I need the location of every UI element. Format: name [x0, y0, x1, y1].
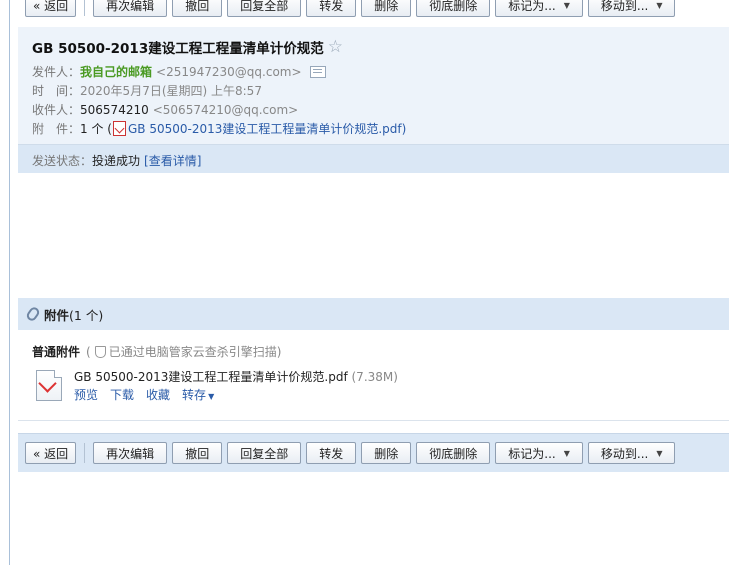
recipient-row: 收件人： 506574210 <506574210@qq.com> [32, 101, 298, 118]
send-status-row: 发送状态： 投递成功 [查看详情] [32, 152, 201, 169]
attachment-close-paren: ) [401, 121, 407, 136]
reedit-button[interactable]: 再次编辑 [93, 442, 168, 464]
mark-as-label: 标记为... [508, 446, 556, 461]
scan-open-paren: ( [86, 344, 91, 359]
star-icon[interactable]: ☆ [328, 37, 343, 57]
pdf-file-icon[interactable] [36, 370, 62, 401]
delete-label: 删除 [374, 446, 399, 461]
bottom-toolbar: « 返回 再次编辑 撤回 回复全部 转发 删除 彻底删除 标记为... ▼ 移动到… [18, 433, 729, 472]
sender-address: <251947230@qq.com> [156, 64, 302, 79]
mark-as-label: 标记为... [508, 0, 556, 13]
move-to-label: 移动到... [600, 446, 649, 461]
chevron-down-icon: ▼ [656, 448, 663, 458]
subject-text: GB 50500-2013建设工程工程量清单计价规范 [32, 41, 324, 57]
attachment-label: 附 件： [32, 122, 81, 136]
save-to-dropdown[interactable]: 转存 ▼ [182, 386, 214, 403]
delete-permanently-button[interactable]: 彻底删除 [416, 0, 491, 17]
chevron-down-icon: ▼ [208, 392, 215, 401]
delete-button[interactable]: 删除 [361, 0, 412, 17]
back-button[interactable]: « 返回 [25, 442, 77, 464]
recall-button[interactable]: 撤回 [172, 442, 223, 464]
reedit-label: 再次编辑 [106, 0, 155, 13]
sender-label: 发件人： [32, 65, 81, 79]
back-button[interactable]: « 返回 [25, 0, 77, 17]
back-label: « 返回 [33, 0, 69, 13]
forward-label: 转发 [319, 0, 344, 13]
attachments-header: 附件(1 个) [18, 298, 729, 330]
top-toolbar: « 返回 再次编辑 撤回 回复全部 转发 删除 彻底删除 标记为... ▼ 移动到… [18, 0, 729, 19]
toolbar-separator [84, 0, 86, 16]
reply-all-button[interactable]: 回复全部 [227, 442, 302, 464]
chevron-down-icon: ▼ [563, 448, 570, 458]
delete-permanently-button[interactable]: 彻底删除 [416, 442, 491, 464]
mail-reader: « 返回 再次编辑 撤回 回复全部 转发 删除 彻底删除 标记为... ▼ 移动到… [18, 0, 729, 565]
send-status-value: 投递成功 [92, 154, 141, 168]
recipient-name[interactable]: 506574210 [80, 103, 149, 117]
recipient-label: 收件人： [32, 103, 81, 117]
attachment-count: 1 个 ( [80, 122, 112, 136]
download-link[interactable]: 下载 [110, 386, 134, 403]
left-gutter [0, 0, 9, 565]
pdf-icon [112, 121, 126, 136]
reply-all-button[interactable]: 回复全部 [227, 0, 302, 17]
chevron-down-icon: ▼ [563, 1, 570, 10]
move-to-dropdown[interactable]: 移动到... ▼ [587, 442, 676, 464]
time-label: 时 间： [32, 84, 81, 98]
attachment-actions: 预览 下载 收藏 转存 ▼ [74, 386, 214, 403]
reply-all-label: 回复全部 [240, 446, 289, 461]
delete-button[interactable]: 删除 [361, 442, 412, 464]
mark-as-dropdown[interactable]: 标记为... ▼ [495, 442, 583, 464]
paperclip-icon [24, 305, 42, 323]
move-to-dropdown[interactable]: 移动到... ▼ [587, 0, 676, 17]
reedit-label: 再次编辑 [106, 446, 155, 461]
mark-as-dropdown[interactable]: 标记为... ▼ [495, 0, 583, 17]
attachment-row: 附 件： 1 个 ( GB 50500-2013建设工程工程量清单计价规范.pd… [32, 120, 406, 137]
attachments-count: (1 个) [69, 307, 104, 323]
attachment-link[interactable]: GB 50500-2013建设工程工程量清单计价规范.pdf [128, 120, 402, 137]
toolbar-separator [84, 443, 86, 463]
move-to-label: 移动到... [600, 0, 649, 13]
delete-label: 删除 [374, 0, 399, 13]
send-status-label: 发送状态： [32, 154, 93, 168]
preview-link[interactable]: 预览 [74, 386, 98, 403]
send-status-bar: 发送状态： 投递成功 [查看详情] [18, 144, 729, 173]
left-border [9, 0, 10, 565]
recipient-address: <506574210@qq.com> [152, 102, 299, 117]
sender-name[interactable]: 我自己的邮箱 [80, 63, 152, 80]
shield-icon [94, 345, 106, 358]
attachment-file-size: (7.38M) [351, 370, 398, 384]
forward-button[interactable]: 转发 [306, 0, 357, 17]
scan-note: 已通过电脑管家云查杀引擎扫描 [108, 345, 277, 359]
mail-subject: GB 50500-2013建设工程工程量清单计价规范 ☆ [32, 37, 343, 57]
time-value: 2020年5月7日(星期四) 上午8:57 [80, 84, 262, 98]
attachment-file: GB 50500-2013建设工程工程量清单计价规范.pdf (7.38M) [74, 368, 398, 385]
attachments-title-text: 附件 [44, 307, 70, 323]
attachment-section: 普通附件 ( 已通过电脑管家云查杀引擎扫描 ) [32, 343, 281, 360]
forward-button[interactable]: 转发 [306, 442, 357, 464]
recall-label: 撤回 [185, 446, 210, 461]
back-label: « 返回 [33, 446, 69, 461]
attachment-file-name[interactable]: GB 50500-2013建设工程工程量清单计价规范.pdf [74, 370, 348, 384]
sender-row: 发件人： 我自己的邮箱 <251947230@qq.com> [32, 63, 326, 80]
view-details-link[interactable]: [查看详情] [144, 152, 201, 169]
recall-button[interactable]: 撤回 [172, 0, 223, 17]
save-to-label: 转存 [182, 388, 207, 402]
recall-label: 撤回 [185, 0, 210, 13]
mail-header: GB 50500-2013建设工程工程量清单计价规范 ☆ 发件人： 我自己的邮箱… [18, 27, 729, 173]
contact-card-icon[interactable] [309, 65, 326, 78]
attachment-section-label: 普通附件 [32, 345, 81, 359]
scan-close-paren: ) [276, 344, 282, 359]
chevron-down-icon: ▼ [656, 1, 663, 10]
delete-permanently-label: 彻底删除 [429, 0, 478, 13]
reply-all-label: 回复全部 [240, 0, 289, 13]
favorite-link[interactable]: 收藏 [146, 386, 170, 403]
delete-permanently-label: 彻底删除 [429, 446, 478, 461]
reedit-button[interactable]: 再次编辑 [93, 0, 168, 17]
time-row: 时 间： 2020年5月7日(星期四) 上午8:57 [32, 82, 262, 99]
forward-label: 转发 [319, 446, 344, 461]
attachments-body: 普通附件 ( 已通过电脑管家云查杀引擎扫描 ) GB 50500-2013建设工… [18, 330, 729, 421]
attachments-title: 附件(1 个) [44, 305, 103, 324]
